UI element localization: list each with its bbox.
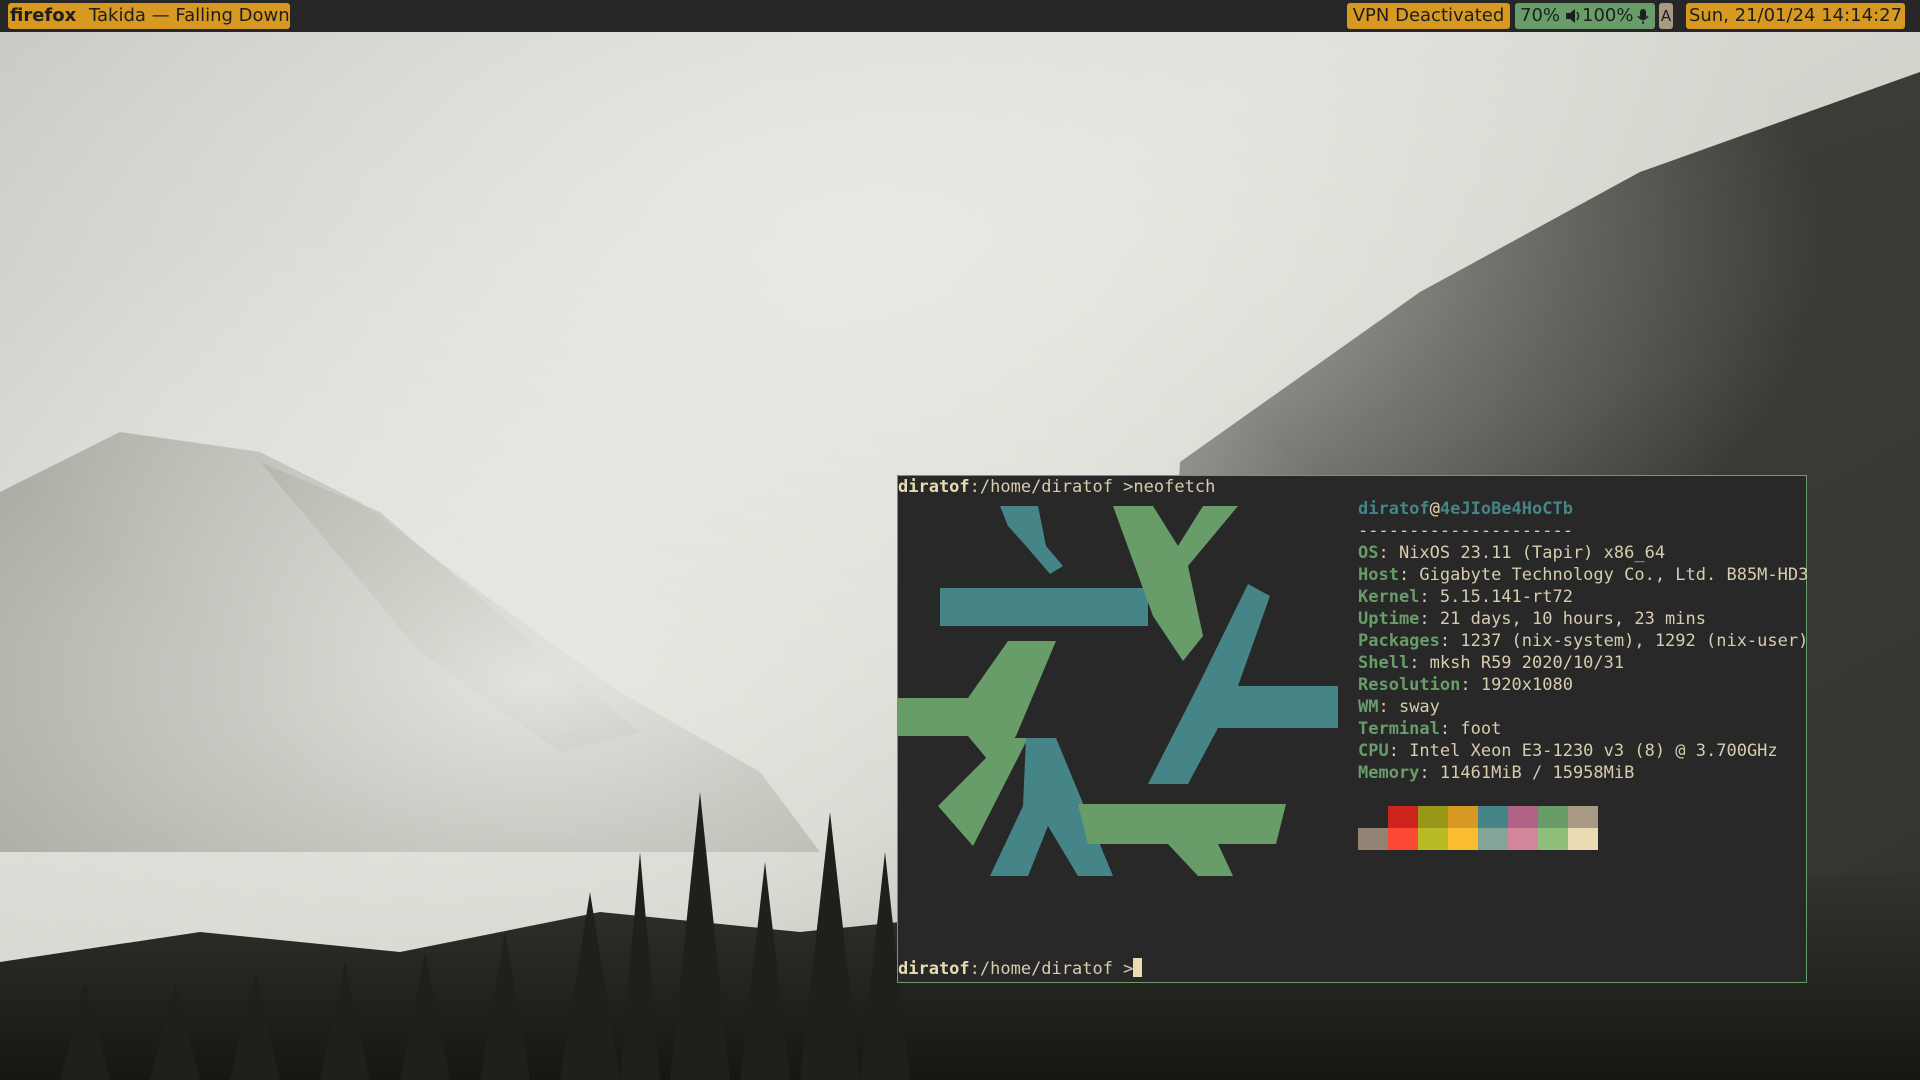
color-palette xyxy=(1358,806,1598,850)
palette-swatch xyxy=(1478,828,1508,850)
command-line: diratof:/home/diratof >neofetch xyxy=(898,476,1215,498)
nixos-logo xyxy=(898,506,1338,876)
info-row: Memory: 11461MiB / 15958MiB xyxy=(1358,763,1635,783)
info-row: Terminal: foot xyxy=(1358,719,1502,739)
info-row: OS: NixOS 23.11 (Tapir) x86_64 xyxy=(1358,543,1666,563)
prompt-user: diratof xyxy=(898,959,970,979)
prompt-path: :/home/diratof > xyxy=(969,959,1134,979)
separator: --------------------- xyxy=(1358,521,1573,541)
window-title: Takida — Falling Down xyxy=(89,5,290,26)
prompt-user: diratof xyxy=(898,477,970,497)
volume-level: 70% xyxy=(1520,5,1561,26)
focused-window-indicator[interactable]: firefox Takida — Falling Down xyxy=(8,3,290,29)
microphone-icon xyxy=(1637,3,1649,37)
info-row: Uptime: 21 days, 10 hours, 23 mins xyxy=(1358,609,1706,629)
palette-swatch xyxy=(1448,828,1478,850)
clock[interactable]: Sun, 21/01/24 14:14:27 xyxy=(1686,3,1905,29)
speaker-icon xyxy=(1565,3,1581,37)
audio-status[interactable]: 70% 100% xyxy=(1515,3,1655,29)
at-sign: @ xyxy=(1429,499,1440,519)
info-row: WM: sway xyxy=(1358,697,1440,717)
palette-swatch xyxy=(1568,806,1598,828)
palette-swatch xyxy=(1448,806,1478,828)
prompt-line: diratof:/home/diratof > xyxy=(898,958,1143,980)
info-row: Resolution: 1920x1080 xyxy=(1358,675,1573,695)
palette-swatch xyxy=(1508,828,1538,850)
user-at-host: diratof@4eJIoBe4HoCTb xyxy=(1358,498,1573,520)
vpn-status[interactable]: VPN Deactivated xyxy=(1347,3,1510,29)
palette-swatch xyxy=(1508,806,1538,828)
text-cursor xyxy=(1133,958,1143,977)
app-name: firefox xyxy=(10,5,77,26)
palette-swatch xyxy=(1388,806,1418,828)
status-bar: firefox Takida — Falling Down VPN Deacti… xyxy=(0,0,1920,32)
palette-swatch xyxy=(1568,828,1598,850)
palette-swatch xyxy=(1538,828,1568,850)
prompt-path: :/home/diratof > xyxy=(969,477,1134,497)
palette-swatch xyxy=(1418,806,1448,828)
palette-swatch xyxy=(1478,806,1508,828)
info-row: Shell: mksh R59 2020/10/31 xyxy=(1358,653,1625,673)
palette-swatch xyxy=(1388,828,1418,850)
palette-swatch xyxy=(1418,828,1448,850)
info-row: Packages: 1237 (nix-system), 1292 (nix-u… xyxy=(1358,631,1809,651)
info-row: Host: Gigabyte Technology Co., Ltd. B85M… xyxy=(1358,565,1809,585)
terminal-window[interactable]: diratof:/home/diratof >neofetch diratof@… xyxy=(897,475,1809,983)
battery-level: 100% xyxy=(1582,5,1634,26)
info-row: Kernel: 5.15.141-rt72 xyxy=(1358,587,1573,607)
command-text: neofetch xyxy=(1133,477,1216,497)
neofetch-user: diratof xyxy=(1358,499,1430,519)
palette-swatch xyxy=(1538,806,1568,828)
keyboard-layout[interactable]: A xyxy=(1659,3,1673,29)
palette-swatch xyxy=(1358,828,1388,850)
neofetch-host: 4eJIoBe4HoCTb xyxy=(1439,499,1573,519)
info-row: CPU: Intel Xeon E3-1230 v3 (8) @ 3.700GH… xyxy=(1358,741,1778,761)
palette-swatch xyxy=(1358,806,1388,828)
